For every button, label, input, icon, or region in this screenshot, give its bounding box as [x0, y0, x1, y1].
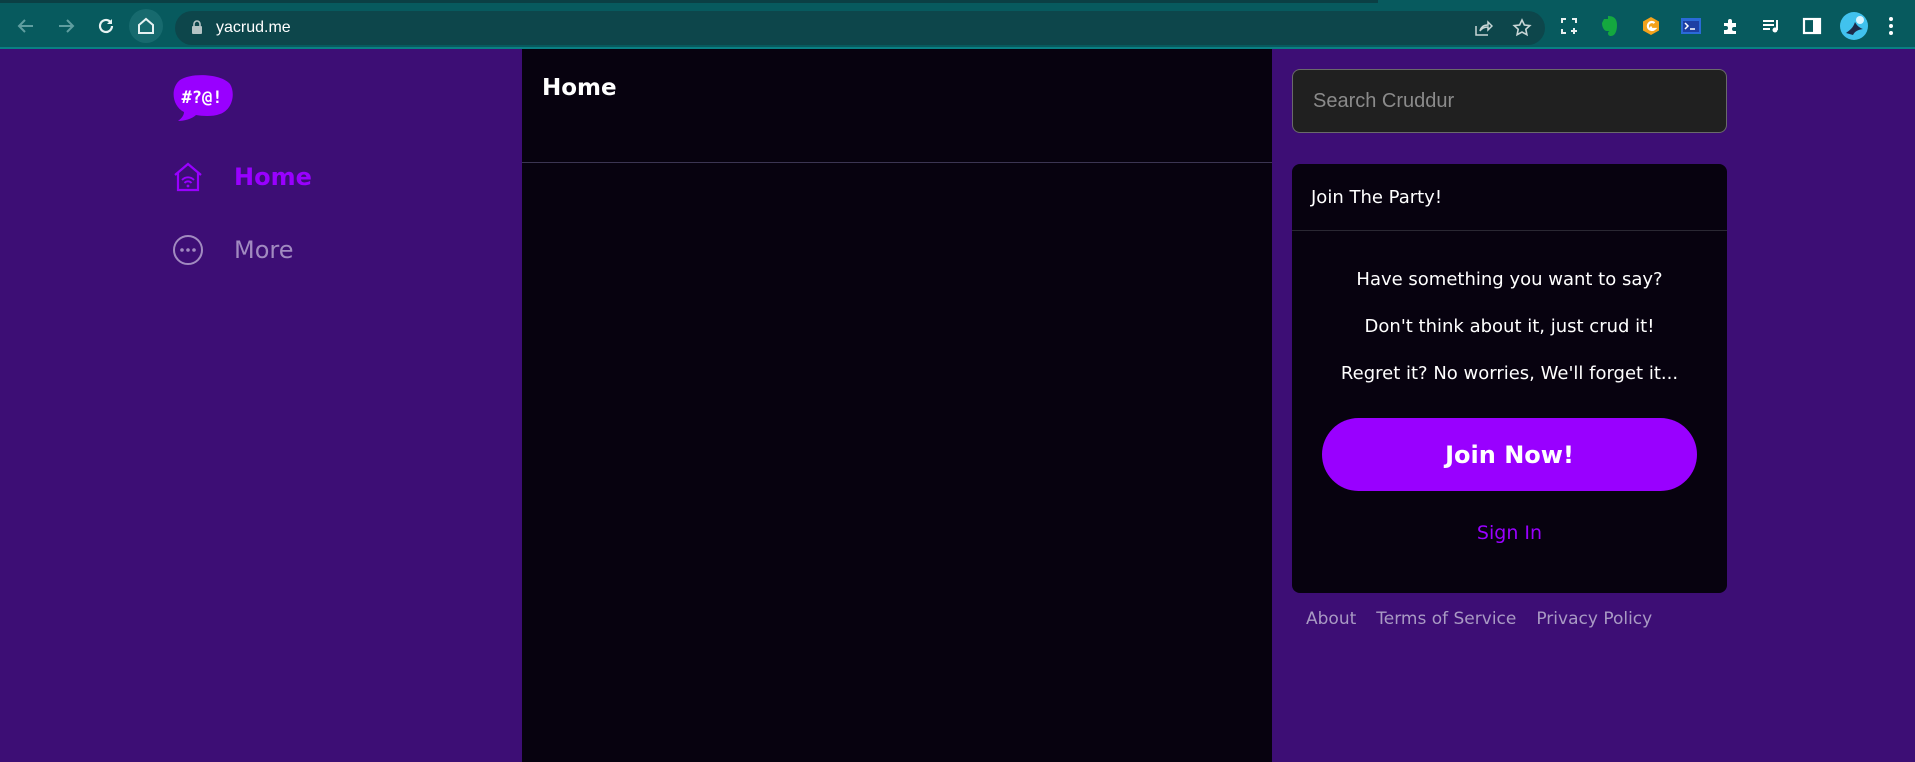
sidebar-item-more[interactable]: More — [172, 234, 294, 266]
evernote-icon[interactable] — [1598, 14, 1622, 38]
forward-button[interactable] — [52, 12, 80, 40]
sidebar-item-label: Home — [234, 163, 312, 191]
logo[interactable]: #?@! — [172, 74, 234, 124]
screen-capture-icon[interactable] — [1557, 14, 1581, 38]
profile-avatar[interactable] — [1839, 11, 1869, 41]
share-icon[interactable] — [1473, 18, 1494, 43]
sidebar: #?@! Home More — [0, 49, 514, 762]
url-text[interactable]: yacrud.me — [216, 19, 291, 37]
star-icon[interactable] — [1512, 18, 1532, 43]
logo-text: #?@! — [182, 88, 223, 108]
join-card-line: Regret it? No worries, We'll forget it..… — [1340, 363, 1679, 384]
reload-button[interactable] — [92, 12, 120, 40]
home-wifi-icon — [174, 162, 202, 192]
about-link[interactable]: About — [1306, 609, 1356, 629]
join-card-header: Join The Party! — [1292, 164, 1727, 231]
sidebar-item-home[interactable]: Home — [172, 161, 312, 193]
speech-bubble-logo-icon: #?@! — [173, 75, 233, 121]
puzzle-icon[interactable] — [1719, 14, 1743, 38]
home-button[interactable] — [129, 9, 163, 43]
search-input[interactable] — [1292, 69, 1727, 133]
join-card: Join The Party! Have something you want … — [1292, 164, 1727, 593]
kebab-menu-icon[interactable] — [1879, 14, 1903, 38]
join-card-line: Don't think about it, just crud it! — [1364, 316, 1655, 337]
media-queue-icon[interactable] — [1760, 14, 1784, 38]
sign-in-link[interactable]: Sign In — [1292, 522, 1727, 544]
reload-icon — [98, 18, 114, 34]
g-extension-icon[interactable] — [1639, 14, 1663, 38]
page-title: Home — [542, 75, 617, 101]
footer-links: About Terms of Service Privacy Policy — [1306, 609, 1652, 629]
join-card-line: Have something you want to say? — [1356, 269, 1663, 290]
address-bar[interactable]: yacrud.me — [175, 11, 1545, 45]
feed-header: Home — [522, 49, 1272, 163]
browser-toolbar: yacrud.me — [0, 3, 1915, 48]
lock-icon[interactable] — [191, 20, 203, 39]
main-feed: Home — [522, 49, 1272, 762]
sidebar-item-label: More — [234, 236, 294, 264]
terms-link[interactable]: Terms of Service — [1376, 609, 1516, 629]
right-sidebar: Join The Party! Have something you want … — [1272, 49, 1915, 762]
home-icon — [138, 17, 154, 34]
back-button[interactable] — [12, 12, 40, 40]
terminal-icon[interactable] — [1679, 14, 1703, 38]
join-now-button[interactable]: Join Now! — [1322, 418, 1697, 491]
privacy-link[interactable]: Privacy Policy — [1536, 609, 1652, 629]
arrow-right-icon — [59, 19, 75, 33]
more-circle-icon — [173, 235, 203, 265]
side-panel-icon[interactable] — [1800, 14, 1824, 38]
arrow-left-icon — [17, 19, 33, 33]
join-card-title: Join The Party! — [1311, 187, 1443, 208]
